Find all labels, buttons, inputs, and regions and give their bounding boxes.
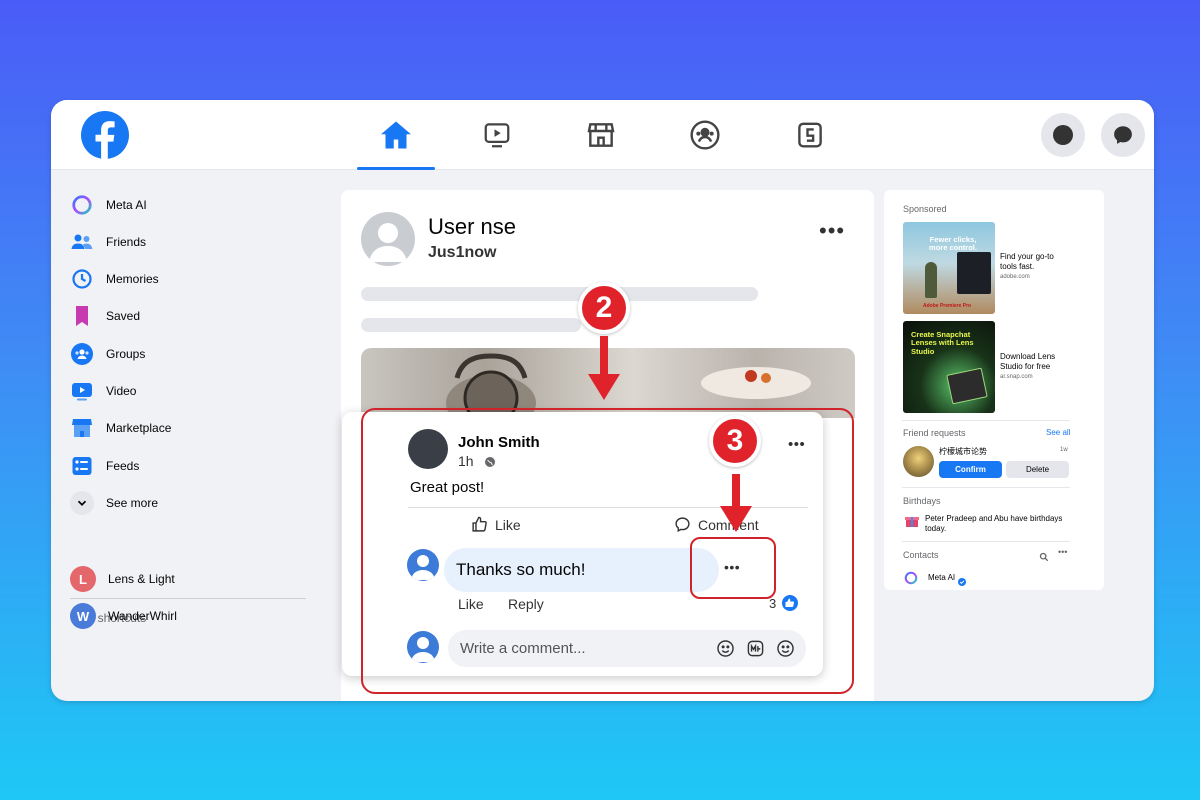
avatar: W (70, 603, 96, 629)
account-button[interactable] (1041, 113, 1085, 157)
top-navigation-bar (51, 100, 1154, 170)
sidebar-item-label: Feeds (106, 459, 140, 473)
gift-icon (905, 514, 919, 528)
home-icon (381, 121, 411, 149)
sidebar-item-feeds[interactable]: Feeds (70, 452, 139, 480)
shortcut-label: WanderWhirl (108, 609, 177, 623)
post-author[interactable]: User nse (428, 214, 516, 240)
sidebar-item-saved[interactable]: Saved (70, 302, 140, 330)
groups-icon (70, 342, 94, 366)
sidebar-item-see-more[interactable]: See more (70, 489, 158, 517)
tab-gaming[interactable] (771, 100, 849, 170)
user-silhouette-icon (369, 223, 407, 262)
sidebar-item-label: Friends (106, 235, 147, 249)
highlight-box-dialog (361, 408, 854, 694)
request-time: 1w (1060, 447, 1068, 453)
chat-bubble-icon (1114, 126, 1132, 144)
ad-person (925, 262, 937, 298)
sidebar-divider (70, 598, 306, 599)
sidebar-item-marketplace[interactable]: Marketplace (70, 414, 171, 442)
ad-title[interactable]: Download Lens Studio for free (1000, 352, 1064, 372)
ad-image-snap[interactable]: Create Snapchat Lenses with Lens Studio (903, 321, 995, 413)
panel-divider (902, 420, 1070, 421)
birthday-text: Peter Pradeep and Abu have birthdays tod… (925, 514, 1063, 534)
meta-ai-icon (70, 193, 94, 217)
saved-icon (70, 304, 94, 328)
video-icon (484, 123, 510, 148)
friend-requests-heading: Friend requests (903, 428, 966, 438)
highlight-box-more-options (690, 537, 776, 599)
tab-home[interactable] (357, 100, 435, 170)
left-sidebar: Meta AI Friends Memories Saved Groups Vi… (51, 171, 336, 701)
messenger-button[interactable] (1101, 113, 1145, 157)
confirm-button[interactable]: Confirm (939, 461, 1002, 478)
right-sidebar: Sponsored Fewer clicks, more control. Ad… (884, 190, 1104, 701)
request-name[interactable]: 柠檬城市论势 (939, 446, 987, 457)
shortcut-label: Lens & Light (108, 572, 175, 586)
step-badge-3: 3 (709, 415, 761, 467)
chevron-down-icon (70, 491, 94, 515)
friends-icon (70, 230, 94, 254)
arrow-down-icon (720, 474, 752, 532)
more-options-icon[interactable]: ••• (1058, 547, 1067, 557)
ad-title[interactable]: Find your go-to tools fast. (1000, 252, 1064, 272)
sidebar-item-friends[interactable]: Friends (70, 228, 146, 256)
step-badge-2: 2 (578, 282, 630, 334)
sidebar-item-meta-ai[interactable]: Meta AI (70, 191, 147, 219)
ad-image-text: Create Snapchat Lenses with Lens Studio (911, 330, 974, 356)
panel-divider (902, 541, 1070, 542)
ad-screenshot (957, 252, 991, 294)
ad-brand: Adobe Premiere Pro (923, 303, 972, 309)
marketplace-icon (70, 416, 94, 440)
more-options-icon[interactable]: ••• (819, 218, 845, 244)
arrow-down-icon (588, 336, 620, 400)
ad-image-text: Fewer clicks, more control. (929, 235, 977, 253)
account-avatar-icon (1053, 125, 1073, 145)
sidebar-item-label: Memories (106, 272, 159, 286)
ad-domain: adobe.com (1000, 274, 1030, 280)
skeleton-line (361, 287, 758, 301)
post-timestamp: Jus1now (428, 244, 497, 261)
verified-badge-icon (958, 573, 966, 591)
panel-divider (902, 487, 1070, 488)
sidebar-item-label: Meta AI (106, 198, 147, 212)
delete-button[interactable]: Delete (1006, 461, 1069, 478)
sidebar-item-groups[interactable]: Groups (70, 340, 145, 368)
ad-image-adobe[interactable]: Fewer clicks, more control. Adobe Premie… (903, 222, 995, 314)
birthdays-heading: Birthdays (903, 496, 941, 506)
tab-video[interactable] (458, 100, 536, 170)
see-all-link[interactable]: See all (1046, 428, 1070, 437)
sidebar-item-label: Groups (106, 347, 146, 361)
shortcut-wanderwhirl[interactable]: W WanderWhirl (70, 602, 177, 630)
shortcut-lens-light[interactable]: L Lens & Light (70, 565, 175, 593)
gaming-icon (798, 122, 822, 148)
tab-marketplace[interactable] (562, 100, 640, 170)
avatar: L (70, 566, 96, 592)
sidebar-item-memories[interactable]: Memories (70, 265, 159, 293)
video-icon (70, 379, 94, 403)
meta-ai-icon (904, 571, 918, 590)
facebook-logo-icon[interactable] (81, 111, 129, 159)
feeds-icon (70, 454, 94, 478)
avatar[interactable] (361, 212, 415, 266)
avatar[interactable] (903, 446, 934, 477)
skeleton-line (361, 318, 581, 332)
marketplace-icon (587, 123, 615, 147)
contacts-heading: Contacts (903, 550, 939, 560)
sidebar-item-label: See more (106, 496, 159, 510)
right-panel: Sponsored Fewer clicks, more control. Ad… (884, 190, 1104, 590)
search-icon[interactable] (1039, 549, 1049, 567)
groups-icon (690, 120, 720, 150)
sidebar-item-label: Saved (106, 309, 141, 323)
sidebar-item-label: Video (106, 384, 137, 398)
sidebar-item-video[interactable]: Video (70, 377, 136, 405)
ad-domain: ar.snap.com (1000, 374, 1033, 380)
tab-groups[interactable] (666, 100, 744, 170)
contact-name[interactable]: Meta AI (928, 573, 955, 582)
ad-device (946, 367, 988, 405)
memories-icon (70, 267, 94, 291)
sidebar-item-label: Marketplace (106, 421, 172, 435)
sponsored-heading: Sponsored (903, 204, 947, 214)
